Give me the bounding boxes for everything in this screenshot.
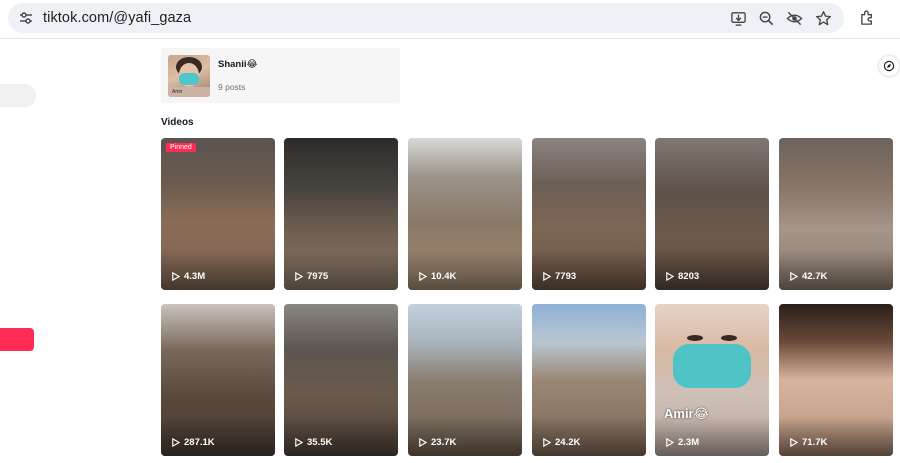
explore-button[interactable] [879,56,899,76]
view-count-value: 23.7K [431,437,457,448]
play-icon [666,272,674,281]
view-count-value: 4.3M [184,271,206,282]
view-count-value: 8203 [678,271,700,282]
view-count: 10.4K [418,271,456,282]
sidebar-login-button[interactable] [0,328,34,351]
play-icon [543,438,551,447]
video-tile[interactable]: 35.5K [284,304,398,456]
view-count-value: 287.1K [184,437,215,448]
view-count: 23.7K [418,437,456,448]
video-tile[interactable]: 42.7K [779,138,893,290]
video-tile[interactable]: 287.1K [161,304,275,456]
play-icon [172,272,180,281]
view-count: 35.5K [294,437,332,448]
video-tile[interactable]: 7793 [532,138,646,290]
view-count: 4.3M [171,271,205,282]
play-icon [295,272,303,281]
view-count: 7975 [294,271,328,282]
view-count-value: 35.5K [307,437,333,448]
video-tile[interactable]: 8203 [655,138,769,290]
video-tile[interactable]: 71.7K [779,304,893,456]
view-count-value: 10.4K [431,271,457,282]
view-count-value: 7793 [555,271,577,282]
playlist-title: Shanii😂 [218,59,258,70]
video-tile[interactable]: 23.7K [408,304,522,456]
compass-icon [883,60,895,72]
video-tile[interactable]: 10.4K [408,138,522,290]
play-icon [419,438,427,447]
zoom-icon[interactable] [758,10,775,27]
url-text[interactable]: tiktok.com/@yafi_gaza [43,10,191,26]
playlist-cover-image: Amir [168,55,210,97]
video-tile[interactable]: Pinned 4.3M [161,138,275,290]
play-icon [295,438,303,447]
install-app-icon[interactable] [730,10,747,27]
video-tile[interactable]: 7975 [284,138,398,290]
view-count: 287.1K [171,437,215,448]
playlist-card[interactable]: Amir Shanii😂 9 posts [161,48,400,103]
pinned-badge: Pinned [166,143,196,152]
view-count-value: 7975 [307,271,329,282]
view-count: 42.7K [789,271,827,282]
site-settings-icon[interactable] [18,10,34,26]
address-bar[interactable]: tiktok.com/@yafi_gaza [8,3,844,33]
view-count-value: 42.7K [802,271,828,282]
play-icon [419,272,427,281]
svg-text:Amir: Amir [172,89,183,95]
bookmark-star-icon[interactable] [815,10,832,27]
view-count: 7793 [542,271,576,282]
view-count-value: 24.2K [555,437,581,448]
view-count-value: 2.3M [678,437,700,448]
view-count: 71.7K [789,437,827,448]
view-count: 8203 [665,271,699,282]
eye-off-icon[interactable] [786,10,803,27]
video-tile[interactable]: 24.2K [532,304,646,456]
play-icon [543,272,551,281]
play-icon [790,438,798,447]
play-icon [666,438,674,447]
view-count-value: 71.7K [802,437,828,448]
videos-heading: Videos [161,117,194,128]
play-icon [172,438,180,447]
playlist-post-count: 9 posts [218,82,246,92]
face-mask-graphic [673,335,751,388]
sidebar-search-pill[interactable] [0,84,36,107]
play-icon [790,272,798,281]
browser-toolbar: tiktok.com/@yafi_gaza [0,0,900,39]
view-count: 2.3M [665,437,699,448]
view-count: 24.2K [542,437,580,448]
video-tile[interactable]: Amir😂 2.3M [655,304,769,456]
video-caption: Amir😂 [664,406,709,421]
extensions-icon[interactable] [859,9,876,26]
